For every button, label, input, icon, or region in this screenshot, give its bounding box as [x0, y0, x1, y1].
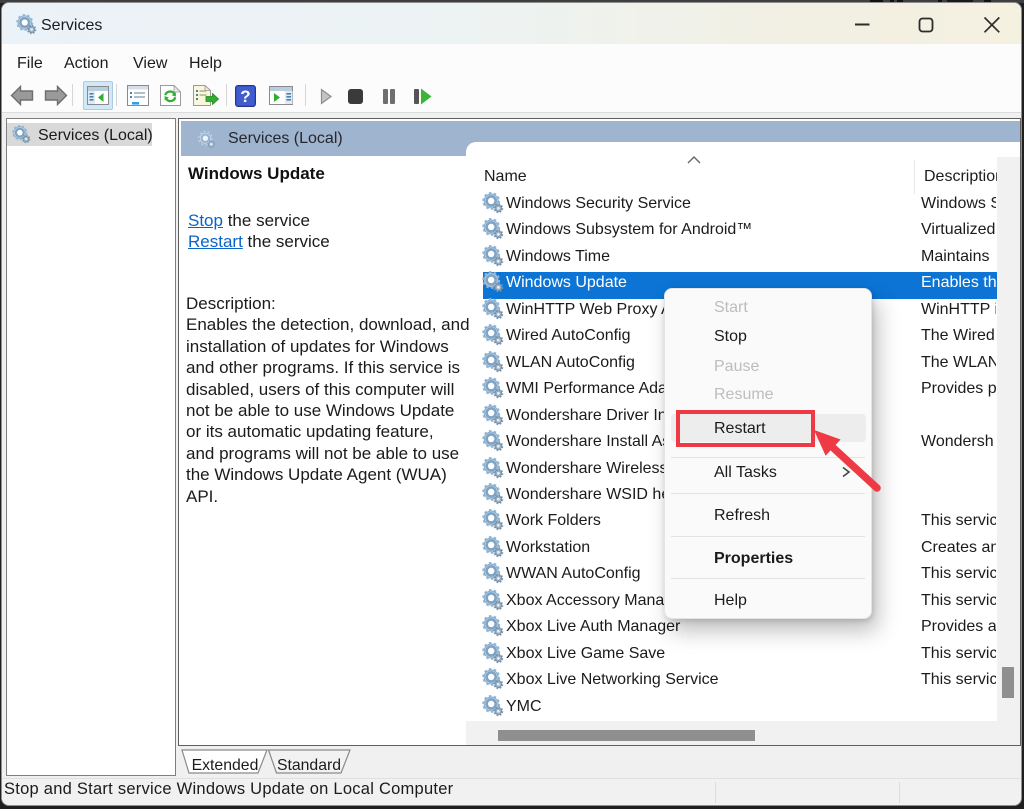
svg-text:Extended: Extended [192, 757, 259, 774]
svg-text:Standard: Standard [277, 757, 341, 774]
svg-text:?: ? [240, 87, 250, 106]
